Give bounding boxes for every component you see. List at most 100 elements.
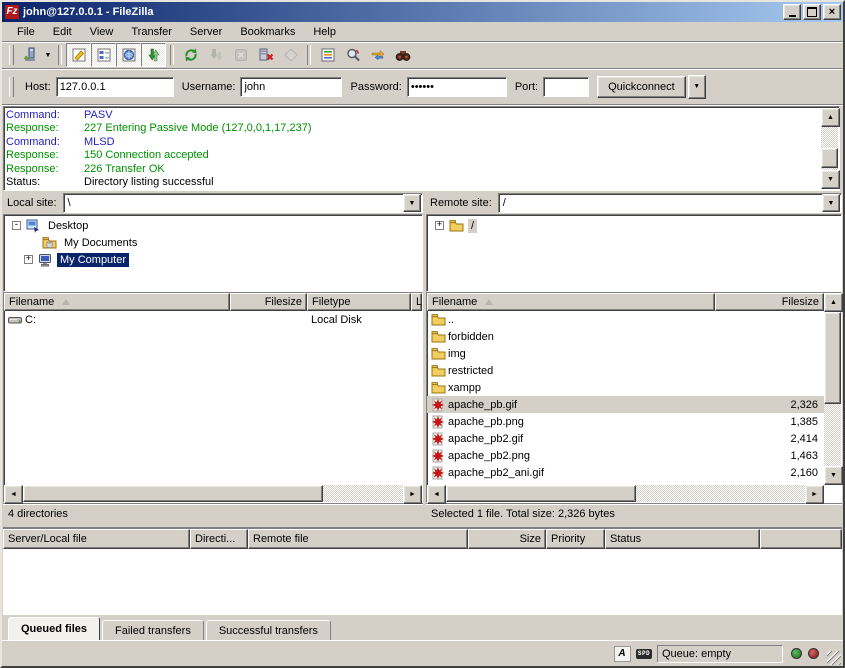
- remote-file-row[interactable]: restricted: [427, 362, 824, 379]
- refresh-button[interactable]: [178, 43, 203, 67]
- log-text: Directory listing successful: [84, 176, 214, 188]
- maximize-button[interactable]: [803, 4, 821, 20]
- local-column-lastmodified[interactable]: L: [411, 293, 422, 311]
- directory-comparison-button[interactable]: [340, 43, 365, 67]
- toggle-message-log-button[interactable]: [66, 43, 91, 67]
- queue-column-remote-file[interactable]: Remote file: [248, 529, 468, 549]
- local-hscroll-thumb[interactable]: [23, 485, 323, 502]
- remote-file-row[interactable]: apache_pb2.png 1,463: [427, 447, 824, 464]
- queue-column-size[interactable]: Size: [468, 529, 546, 549]
- toggle-message-log-icon: [71, 47, 87, 63]
- minimize-button[interactable]: [783, 4, 801, 20]
- remote-vertical-scrollbar[interactable]: ▲ ▼: [824, 293, 841, 485]
- remote-vscroll-thumb[interactable]: [824, 312, 841, 404]
- local-pane: Local site: \ ▼ - Desktop My Documents: [3, 192, 423, 524]
- remote-file-row-selected[interactable]: apache_pb.gif 2,326: [427, 396, 824, 413]
- menu-file[interactable]: File: [8, 23, 44, 41]
- remote-column-filename[interactable]: Filename: [427, 293, 715, 311]
- chevron-down-icon[interactable]: ▼: [403, 194, 421, 212]
- local-column-filetype[interactable]: Filetype: [307, 293, 411, 311]
- queue-size-text: Queue: empty: [662, 648, 731, 660]
- cancel-transfer-button[interactable]: [228, 43, 253, 67]
- folder-icon: [430, 364, 446, 378]
- remote-file-row[interactable]: apache_pb.png 1,385: [427, 413, 824, 430]
- find-files-button[interactable]: [390, 43, 415, 67]
- tree-item-desktop[interactable]: - Desktop: [4, 217, 422, 234]
- remote-column-filesize[interactable]: Filesize: [715, 293, 824, 311]
- abort-button[interactable]: [278, 43, 303, 67]
- scroll-down-icon[interactable]: ▼: [824, 466, 843, 485]
- menu-bookmarks[interactable]: Bookmarks: [231, 23, 304, 41]
- scroll-down-icon[interactable]: ▼: [821, 170, 840, 189]
- tab-successful-transfers[interactable]: Successful transfers: [206, 620, 331, 640]
- local-status-bar: 4 directories: [3, 503, 423, 524]
- expand-icon[interactable]: +: [435, 221, 444, 230]
- log-scrollbar[interactable]: ▲ ▼: [821, 108, 838, 189]
- remote-file-row[interactable]: ..: [427, 311, 824, 328]
- scroll-left-icon[interactable]: ◄: [4, 485, 23, 504]
- menu-transfer[interactable]: Transfer: [122, 23, 181, 41]
- tab-failed-transfers[interactable]: Failed transfers: [102, 620, 204, 640]
- expand-icon[interactable]: +: [24, 255, 33, 264]
- queue-column-direction[interactable]: Directi...: [190, 529, 248, 549]
- menu-help[interactable]: Help: [304, 23, 345, 41]
- remote-horizontal-scrollbar[interactable]: ◄ ►: [427, 485, 824, 502]
- queue-column-status[interactable]: Status: [605, 529, 760, 549]
- queue-column-priority[interactable]: Priority: [546, 529, 605, 549]
- remote-file-row[interactable]: forbidden: [427, 328, 824, 345]
- menu-view[interactable]: View: [81, 23, 123, 41]
- tree-item-root[interactable]: + /: [427, 217, 841, 234]
- remote-file-row[interactable]: apache_pb2.gif 2,414: [427, 430, 824, 447]
- close-button[interactable]: ×: [823, 4, 841, 20]
- remote-site-label: Remote site:: [426, 197, 498, 209]
- tree-item-label: /: [468, 219, 477, 233]
- scroll-left-icon[interactable]: ◄: [427, 485, 446, 504]
- remote-file-row[interactable]: xampp: [427, 379, 824, 396]
- synchronized-browsing-button[interactable]: [365, 43, 390, 67]
- collapse-icon[interactable]: -: [12, 221, 21, 230]
- log-text: 227 Entering Passive Mode (127,0,0,1,17,…: [84, 122, 311, 135]
- folder-icon: [430, 313, 446, 327]
- username-input[interactable]: [240, 77, 342, 97]
- scroll-up-icon[interactable]: ▲: [821, 108, 840, 127]
- tree-item-my-documents[interactable]: My Documents: [4, 234, 422, 251]
- local-column-filename[interactable]: Filename: [4, 293, 230, 311]
- quickconnect-button[interactable]: Quickconnect: [597, 76, 686, 98]
- local-horizontal-scrollbar[interactable]: ◄ ►: [4, 485, 422, 502]
- log-text: 150 Connection accepted: [84, 149, 209, 162]
- filter-button[interactable]: [315, 43, 340, 67]
- toggle-local-tree-button[interactable]: [91, 43, 116, 67]
- log-label: Command:: [6, 136, 84, 149]
- remote-file-row[interactable]: apache_pb2_ani.gif 2,160: [427, 464, 824, 481]
- site-manager-button[interactable]: [17, 43, 42, 67]
- site-manager-dropdown[interactable]: ▼: [42, 44, 54, 66]
- local-column-filesize[interactable]: Filesize: [230, 293, 307, 311]
- tab-queued-files[interactable]: Queued files: [8, 617, 100, 640]
- menu-server[interactable]: Server: [181, 23, 231, 41]
- local-file-row[interactable]: C: Local Disk: [4, 311, 422, 328]
- local-site-combo[interactable]: \ ▼: [63, 193, 423, 213]
- tree-item-my-computer[interactable]: + My Computer: [4, 251, 422, 268]
- port-input[interactable]: [543, 77, 589, 97]
- transfer-type-ascii-icon: A: [613, 646, 631, 662]
- scroll-up-icon[interactable]: ▲: [824, 293, 843, 312]
- resize-grip[interactable]: [827, 651, 841, 665]
- toggle-remote-tree-button[interactable]: [116, 43, 141, 67]
- process-queue-button[interactable]: [203, 43, 228, 67]
- quickconnect-dropdown[interactable]: ▼: [688, 75, 706, 99]
- remote-site-combo[interactable]: / ▼: [498, 193, 842, 213]
- toggle-transfer-queue-button[interactable]: [141, 43, 166, 67]
- disconnect-button[interactable]: [253, 43, 278, 67]
- queue-column-server-local-file[interactable]: Server/Local file: [3, 529, 190, 549]
- remote-hscroll-thumb[interactable]: [446, 485, 636, 502]
- toolbar: ▼: [2, 42, 843, 69]
- file-name: apache_pb2.gif: [448, 433, 523, 445]
- host-input[interactable]: [56, 77, 174, 97]
- log-scroll-thumb[interactable]: [821, 148, 838, 168]
- menu-edit[interactable]: Edit: [44, 23, 81, 41]
- scroll-right-icon[interactable]: ►: [403, 485, 422, 504]
- remote-file-row[interactable]: img: [427, 345, 824, 362]
- scroll-right-icon[interactable]: ►: [805, 485, 824, 504]
- chevron-down-icon[interactable]: ▼: [822, 194, 840, 212]
- password-input[interactable]: [407, 77, 507, 97]
